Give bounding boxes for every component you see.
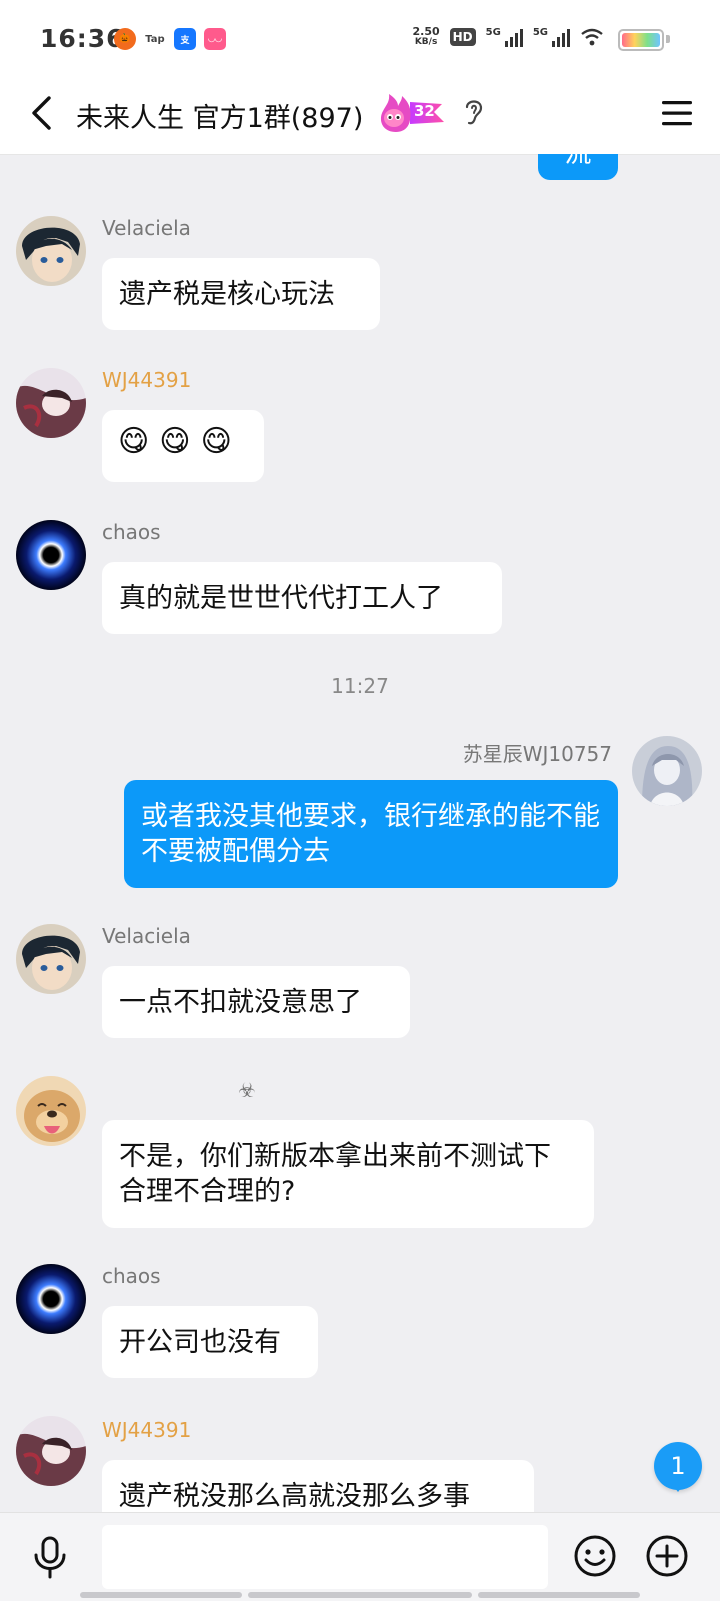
status-bar: 16:36 🎃 Tap 支 ◡◡ 2.50 KB/s HD 5G 5G <box>0 0 720 76</box>
microphone-icon[interactable] <box>30 1535 70 1579</box>
message-text: 遗产税是核心玩法 <box>119 279 335 310</box>
avatar[interactable] <box>632 736 702 806</box>
avatar[interactable] <box>16 1076 86 1146</box>
battery-icon <box>618 29 664 51</box>
message-bubble-incoming[interactable]: 😋😋😋 <box>102 410 264 482</box>
status-time: 16:36 <box>40 24 125 53</box>
message-bubble-outgoing[interactable]: 流 <box>538 154 618 180</box>
message-list[interactable]: 流 Velaciela 遗产税是核心玩法 WJ44391 😋😋😋 <box>0 154 720 1512</box>
hd-icon: HD <box>449 28 476 46</box>
sender-name[interactable]: chaos <box>102 520 161 544</box>
page-title[interactable]: 未来人生 官方1群(897) <box>76 96 363 135</box>
message-input[interactable] <box>102 1525 548 1589</box>
time-separator: 11:27 <box>331 674 389 698</box>
message-bubble-incoming[interactable]: 遗产税是核心玩法 <box>102 258 380 330</box>
avatar[interactable] <box>16 520 86 590</box>
menu-icon[interactable] <box>660 96 694 130</box>
signal-icon-sim1: 5G <box>486 27 523 47</box>
sim1-label: 5G <box>485 27 501 38</box>
avatar[interactable] <box>16 216 86 286</box>
net-speed-value: 2.50 <box>412 25 440 38</box>
sender-name[interactable]: 苏星辰WJ10757 <box>463 738 612 767</box>
avatar[interactable] <box>16 1264 86 1334</box>
notification-icons: 🎃 Tap 支 ◡◡ <box>114 28 226 50</box>
net-speed: 2.50 KB/s <box>413 26 440 48</box>
message-bubble-outgoing[interactable]: 或者我没其他要求，银行继承的能不能不要被配偶分去 <box>124 780 618 888</box>
ear-icon[interactable] <box>462 96 486 128</box>
app-icon-alipay: 支 <box>174 28 196 50</box>
back-icon[interactable] <box>26 90 56 136</box>
input-bar <box>0 1512 720 1601</box>
message-text: 遗产税没那么高就没那么多事 <box>119 1481 470 1512</box>
plus-icon[interactable] <box>644 1533 690 1579</box>
sender-name[interactable]: WJ44391 <box>102 1418 191 1442</box>
signal-icon-sim2: 5G <box>533 27 570 47</box>
wifi-icon <box>581 28 603 46</box>
emoji-sticker: 😋 <box>159 424 201 459</box>
message-text: 不是，你们新版本拿出来前不测试下合理不合理的? <box>119 1141 551 1207</box>
message-bubble-incoming[interactable]: 开公司也没有 <box>102 1306 318 1378</box>
sender-name[interactable]: chaos <box>102 1264 161 1288</box>
sender-name[interactable]: Velaciela <box>102 924 191 948</box>
nav-handle <box>248 1592 472 1598</box>
message-text: 流 <box>565 154 592 169</box>
chat-header: 未来人生 官方1群(897) 32 <box>0 76 720 155</box>
flame-level-badge[interactable]: 32 <box>376 90 448 134</box>
message-bubble-incoming[interactable]: 不是，你们新版本拿出来前不测试下合理不合理的? <box>102 1120 594 1228</box>
unread-count-badge[interactable]: 1 <box>654 1442 702 1490</box>
app-icon-orange: 🎃 <box>114 28 136 50</box>
nav-handle <box>478 1592 640 1598</box>
emoji-sticker: 😋 <box>200 424 242 459</box>
app-icon-pink: ◡◡ <box>204 28 226 50</box>
message-text: 或者我没其他要求，银行继承的能不能不要被配偶分去 <box>141 801 600 867</box>
message-bubble-incoming[interactable]: 一点不扣就没意思了 <box>102 966 410 1038</box>
nav-handle <box>80 1592 242 1598</box>
message-text: 真的就是世世代代打工人了 <box>119 583 443 614</box>
sender-name[interactable]: Velaciela <box>102 216 191 240</box>
sim2-label: 5G <box>532 27 548 38</box>
message-bubble-incoming[interactable]: 遗产税没那么高就没那么多事 <box>102 1460 534 1512</box>
avatar[interactable] <box>16 1416 86 1486</box>
sender-name[interactable]: ☣ <box>238 1078 256 1102</box>
net-speed-unit: KB/s <box>414 37 438 47</box>
avatar[interactable] <box>16 368 86 438</box>
unread-badge-tail <box>672 1484 684 1492</box>
sender-name[interactable]: WJ44391 <box>102 368 191 392</box>
emoji-icon[interactable] <box>572 1533 618 1579</box>
level-number: 32 <box>414 102 435 120</box>
avatar[interactable] <box>16 924 86 994</box>
emoji-sticker: 😋 <box>118 424 160 459</box>
message-text: 一点不扣就没意思了 <box>119 987 362 1018</box>
message-text: 开公司也没有 <box>119 1327 281 1358</box>
app-icon-tap: Tap <box>145 33 165 45</box>
message-bubble-incoming[interactable]: 真的就是世世代代打工人了 <box>102 562 502 634</box>
